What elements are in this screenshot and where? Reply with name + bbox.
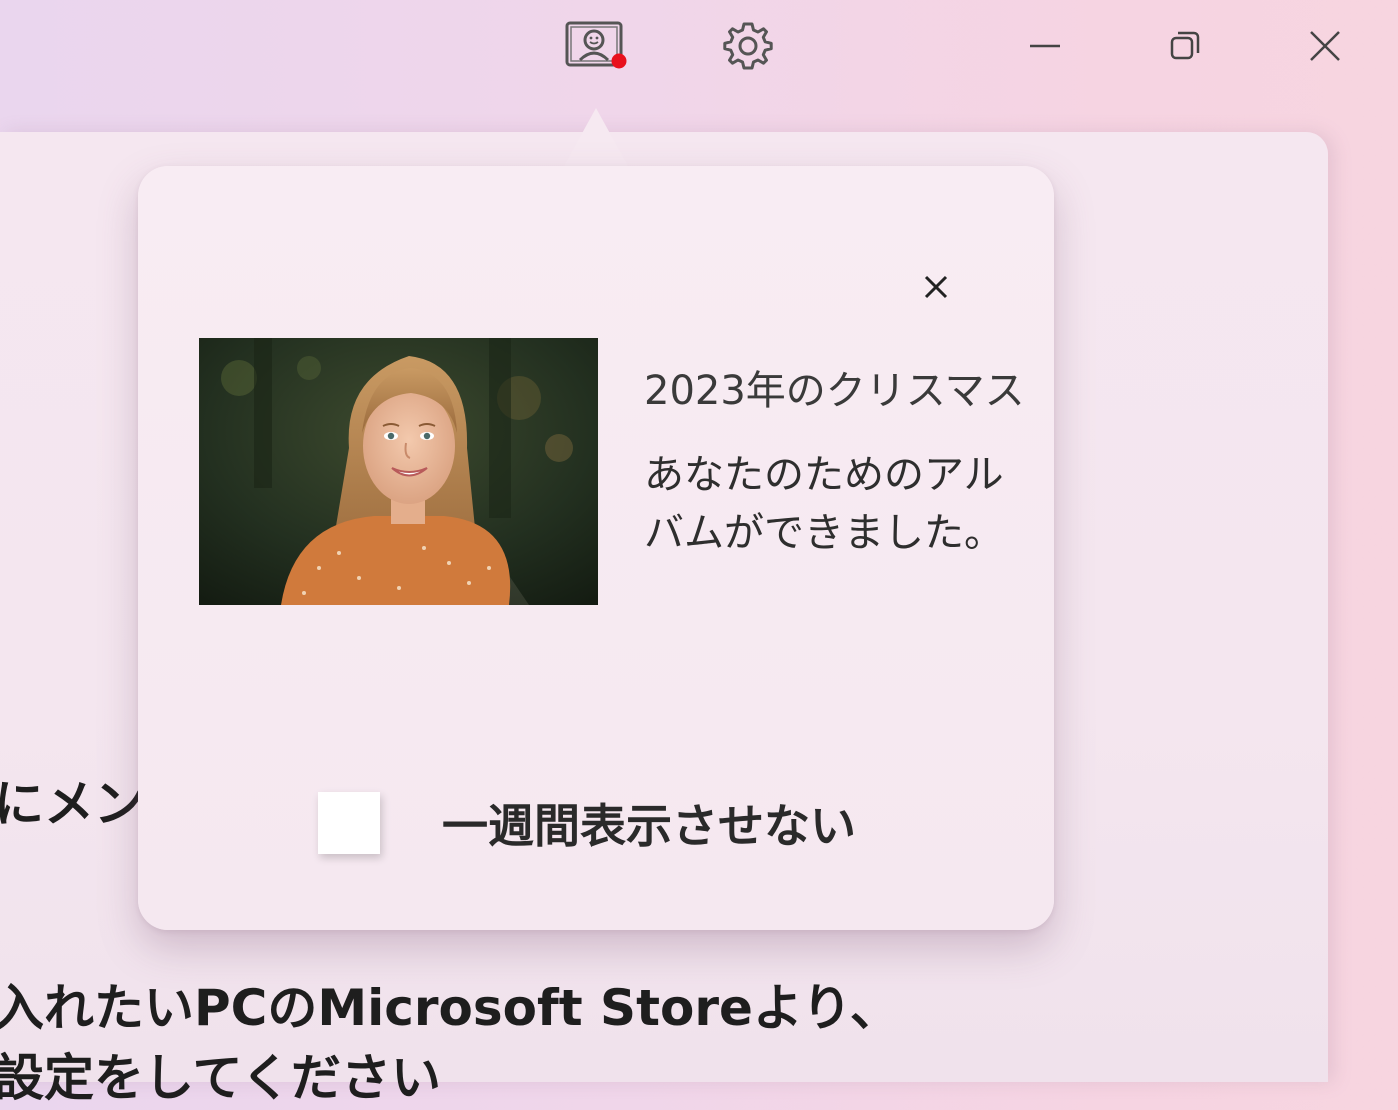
album-description: あなたのためのアルバムができました。 xyxy=(644,452,1004,556)
body-text: 設定をしてください xyxy=(0,1049,441,1107)
minimize-icon xyxy=(1030,44,1060,48)
hide-for-week-option[interactable]: 一週間表示させない xyxy=(318,790,856,856)
restore-button[interactable] xyxy=(1150,14,1220,78)
close-icon xyxy=(924,275,948,299)
settings-button[interactable] xyxy=(716,14,780,78)
album-cover-photo[interactable] xyxy=(199,338,598,605)
restore-icon xyxy=(1170,31,1200,60)
gear-icon xyxy=(723,22,773,70)
portrait-image xyxy=(199,338,598,605)
close-window-button[interactable] xyxy=(1290,14,1360,78)
flyout-close-button[interactable] xyxy=(906,260,966,314)
title-bar xyxy=(0,0,1398,132)
hide-for-week-checkbox[interactable] xyxy=(318,792,380,854)
body-text: 入れたいPCのMicrosoft Storeより、 xyxy=(0,979,900,1037)
memories-button[interactable] xyxy=(560,14,632,78)
album-title: 2023年のクリスマス xyxy=(644,368,1025,414)
flyout-pointer xyxy=(564,108,628,166)
minimize-button[interactable] xyxy=(1010,14,1080,78)
hide-for-week-label: 一週間表示させない xyxy=(442,799,856,853)
close-icon xyxy=(1310,31,1340,61)
photo-memories-icon xyxy=(565,21,627,69)
